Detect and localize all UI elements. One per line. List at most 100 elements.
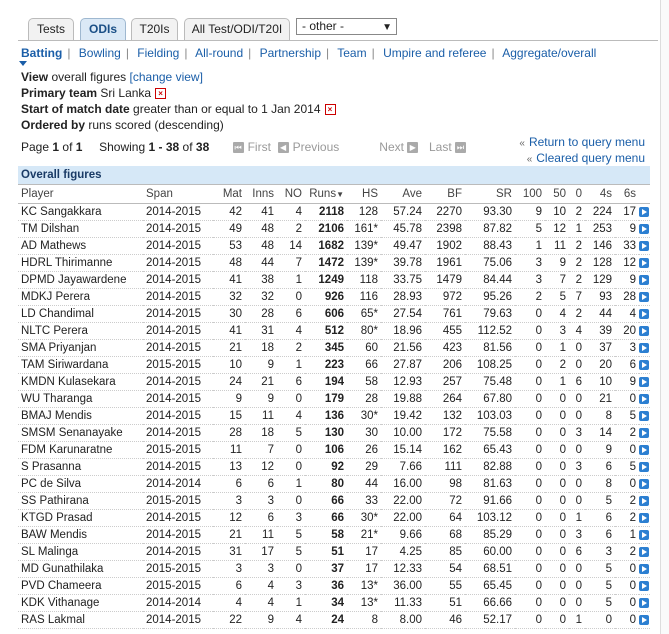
table-cell: 3 — [585, 543, 615, 561]
subnav-fielding[interactable]: Fielding — [137, 46, 179, 60]
play-arrow-icon[interactable] — [639, 580, 649, 591]
subnav-aggregate[interactable]: Aggregate/overall — [502, 46, 596, 60]
next-page-button[interactable]: Next — [379, 140, 404, 154]
table-cell: 80* — [347, 322, 381, 340]
player-name[interactable]: SL Malinga — [18, 543, 143, 561]
play-arrow-icon[interactable] — [639, 240, 649, 251]
previous-page-button[interactable]: Previous — [293, 140, 340, 154]
remove-filter-icon[interactable]: × — [324, 104, 336, 116]
column-header[interactable]: Inns — [245, 184, 277, 204]
table-cell: 179 — [305, 390, 347, 408]
play-arrow-icon[interactable] — [639, 495, 649, 506]
column-header[interactable]: 0 — [569, 184, 585, 204]
column-header[interactable]: 4s — [585, 184, 615, 204]
player-name[interactable]: RAS Lakmal — [18, 611, 143, 629]
tab-t20is[interactable]: T20Is — [131, 18, 178, 40]
play-arrow-icon[interactable] — [639, 410, 649, 421]
subnav-umpire[interactable]: Umpire and referee — [383, 46, 486, 60]
play-arrow-icon[interactable] — [639, 512, 649, 523]
column-header[interactable]: SR — [465, 184, 515, 204]
tab-odis[interactable]: ODIs — [80, 18, 126, 40]
subnav-partnership[interactable]: Partnership — [260, 46, 321, 60]
last-page-button[interactable]: Last — [429, 140, 452, 154]
player-name[interactable]: PC de Silva — [18, 475, 143, 493]
return-query-link[interactable]: Return to query menu — [529, 135, 645, 149]
play-arrow-icon[interactable] — [639, 274, 649, 285]
scrollbar[interactable] — [660, 0, 669, 634]
player-name[interactable]: MD Gunathilaka — [18, 560, 143, 578]
play-arrow-icon[interactable] — [639, 393, 649, 404]
remove-filter-icon[interactable]: × — [155, 88, 167, 100]
play-arrow-icon[interactable] — [639, 257, 649, 268]
row-action-cell — [639, 611, 651, 629]
play-arrow-icon[interactable] — [639, 478, 649, 489]
subnav-team[interactable]: Team — [337, 46, 366, 60]
play-arrow-icon[interactable] — [639, 359, 649, 370]
player-name[interactable]: FDM Karunaratne — [18, 441, 143, 459]
play-arrow-icon[interactable] — [639, 291, 649, 302]
player-name[interactable]: TAM Siriwardana — [18, 356, 143, 374]
subnav-batting[interactable]: Batting — [21, 46, 62, 60]
player-name[interactable]: DPMD Jayawardene — [18, 271, 143, 289]
play-arrow-icon[interactable] — [639, 342, 649, 353]
table-cell: 0 — [615, 560, 639, 578]
cleared-query-link[interactable]: Cleared query menu — [536, 151, 645, 165]
player-name[interactable]: BMAJ Mendis — [18, 407, 143, 425]
player-name[interactable]: PVD Chameera — [18, 577, 143, 595]
table-cell: 257 — [425, 373, 465, 391]
column-header[interactable]: NO — [277, 184, 305, 204]
subnav-all-round[interactable]: All-round — [195, 46, 243, 60]
table-cell: 80 — [305, 475, 347, 493]
column-header[interactable]: 100 — [515, 184, 545, 204]
column-header[interactable]: 50 — [545, 184, 569, 204]
play-arrow-icon[interactable] — [639, 206, 649, 217]
play-arrow-icon[interactable] — [639, 597, 649, 608]
table-cell: 2014-2015 — [143, 526, 213, 544]
play-arrow-icon[interactable] — [639, 563, 649, 574]
play-arrow-icon[interactable] — [639, 308, 649, 319]
player-name[interactable]: KMDN Kulasekara — [18, 373, 143, 391]
column-header[interactable]: Span — [143, 184, 213, 204]
table-cell: 41 — [245, 203, 277, 221]
column-header[interactable]: BF — [425, 184, 465, 204]
tab-all[interactable]: All Test/ODI/T20I — [184, 18, 290, 40]
play-arrow-icon[interactable] — [639, 546, 649, 557]
column-header[interactable]: Player — [18, 184, 143, 204]
table-cell: 18 — [245, 424, 277, 442]
column-header[interactable]: Runs▼ — [305, 184, 347, 204]
player-name[interactable]: AD Mathews — [18, 237, 143, 255]
format-select[interactable]: - other - ▼ — [296, 18, 397, 35]
player-name[interactable]: TM Dilshan — [18, 220, 143, 238]
player-name[interactable]: KC Sangakkara — [18, 203, 143, 221]
player-name[interactable]: SMA Priyanjan — [18, 339, 143, 357]
tab-tests[interactable]: Tests — [28, 18, 74, 40]
player-name[interactable]: LD Chandimal — [18, 305, 143, 323]
play-arrow-icon[interactable] — [639, 376, 649, 387]
player-name[interactable]: SS Pathirana — [18, 492, 143, 510]
play-arrow-icon[interactable] — [639, 427, 649, 438]
play-arrow-icon[interactable] — [639, 614, 649, 625]
player-name[interactable]: WU Tharanga — [18, 390, 143, 408]
player-name[interactable]: S Prasanna — [18, 458, 143, 476]
player-name[interactable]: MDKJ Perera — [18, 288, 143, 306]
first-page-button[interactable]: First — [248, 140, 271, 154]
change-view-link[interactable]: [change view] — [130, 70, 203, 84]
player-name[interactable]: KDK Vithanage — [18, 594, 143, 612]
subnav-bowling[interactable]: Bowling — [79, 46, 121, 60]
player-name[interactable]: SMSM Senanayake — [18, 424, 143, 442]
player-name[interactable]: BAW Mendis — [18, 526, 143, 544]
player-name[interactable]: NLTC Perera — [18, 322, 143, 340]
play-arrow-icon[interactable] — [639, 444, 649, 455]
column-header[interactable]: Mat — [213, 184, 245, 204]
column-header[interactable]: Ave — [381, 184, 425, 204]
play-arrow-icon[interactable] — [639, 461, 649, 472]
table-cell: 2118 — [305, 203, 347, 221]
player-name[interactable]: KTGD Prasad — [18, 509, 143, 527]
table-cell: 3 — [569, 526, 585, 544]
column-header[interactable]: 6s — [615, 184, 639, 204]
play-arrow-icon[interactable] — [639, 223, 649, 234]
column-header[interactable]: HS — [347, 184, 381, 204]
play-arrow-icon[interactable] — [639, 529, 649, 540]
player-name[interactable]: HDRL Thirimanne — [18, 254, 143, 272]
play-arrow-icon[interactable] — [639, 325, 649, 336]
